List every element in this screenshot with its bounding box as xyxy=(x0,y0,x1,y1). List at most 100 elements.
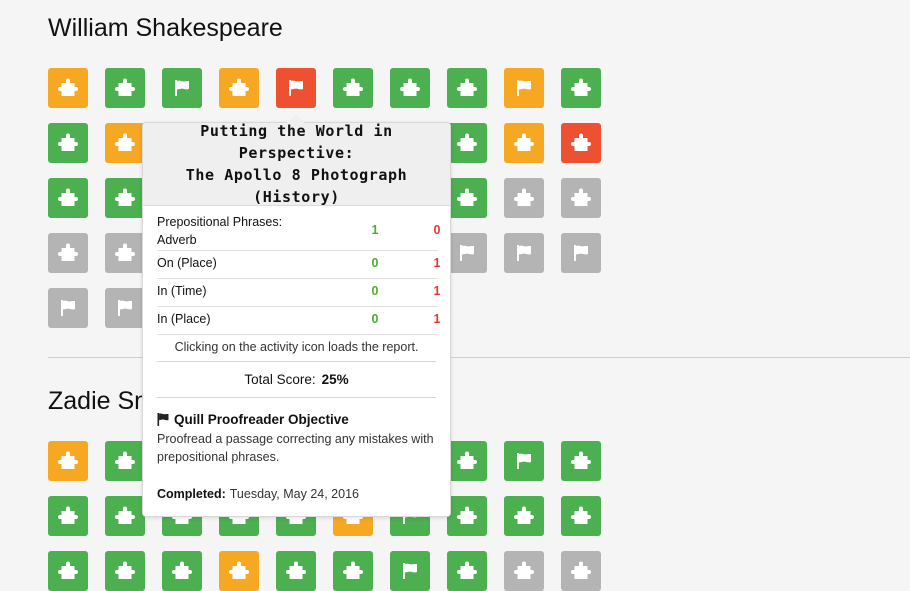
puzzle-piece-icon xyxy=(457,451,477,471)
concept-row: On (Place) 0 1 xyxy=(157,251,440,279)
activity-icon[interactable] xyxy=(48,288,88,328)
puzzle-piece-icon xyxy=(229,78,249,98)
puzzle-piece-icon xyxy=(286,561,306,581)
activity-title: Putting the World in Perspective: xyxy=(200,122,393,162)
activity-icon[interactable] xyxy=(561,123,601,163)
activity-icon[interactable] xyxy=(105,178,145,218)
activity-icon[interactable] xyxy=(276,551,316,591)
activity-icon[interactable] xyxy=(105,233,145,273)
puzzle-piece-icon xyxy=(571,133,591,153)
activity-icon[interactable] xyxy=(276,68,316,108)
activity-icon[interactable] xyxy=(447,68,487,108)
flag-icon xyxy=(514,78,534,98)
puzzle-piece-icon xyxy=(58,78,78,98)
activity-icon[interactable] xyxy=(561,496,601,536)
activity-icon[interactable] xyxy=(105,288,145,328)
puzzle-piece-icon xyxy=(115,506,135,526)
activity-icon[interactable] xyxy=(447,551,487,591)
activity-icon[interactable] xyxy=(504,68,544,108)
completed-date: Completed: Tuesday, May 24, 2016 xyxy=(157,487,359,501)
flag-icon xyxy=(514,451,534,471)
activity-icon[interactable] xyxy=(162,551,202,591)
score-value: 25% xyxy=(321,372,349,387)
activity-icon[interactable] xyxy=(447,441,487,481)
puzzle-piece-icon xyxy=(571,78,591,98)
activity-icon[interactable] xyxy=(504,178,544,218)
puzzle-piece-icon xyxy=(514,506,534,526)
puzzle-piece-icon xyxy=(58,188,78,208)
puzzle-piece-icon xyxy=(571,506,591,526)
activity-icon[interactable] xyxy=(333,551,373,591)
activity-icon[interactable] xyxy=(105,496,145,536)
activity-icon[interactable] xyxy=(561,551,601,591)
puzzle-piece-icon xyxy=(58,451,78,471)
activity-icon[interactable] xyxy=(447,178,487,218)
incorrect-count: 0 xyxy=(433,223,441,237)
activity-icon[interactable] xyxy=(561,441,601,481)
divider xyxy=(157,361,436,362)
activity-icon[interactable] xyxy=(504,123,544,163)
puzzle-piece-icon xyxy=(571,188,591,208)
puzzle-piece-icon xyxy=(172,561,192,581)
flag-icon xyxy=(286,78,306,98)
puzzle-piece-icon xyxy=(571,561,591,581)
activity-icon[interactable] xyxy=(105,441,145,481)
puzzle-piece-icon xyxy=(457,561,477,581)
activity-icon[interactable] xyxy=(504,496,544,536)
activity-icon[interactable] xyxy=(333,68,373,108)
puzzle-piece-icon xyxy=(115,243,135,263)
puzzle-piece-icon xyxy=(571,451,591,471)
activity-icon[interactable] xyxy=(48,178,88,218)
activity-icon[interactable] xyxy=(105,551,145,591)
puzzle-piece-icon xyxy=(58,506,78,526)
correct-count: 0 xyxy=(371,284,379,298)
activity-icon[interactable] xyxy=(390,68,430,108)
concept-name: On (Place) xyxy=(157,256,217,270)
activity-icon[interactable] xyxy=(390,551,430,591)
activity-icon[interactable] xyxy=(561,233,601,273)
activity-icon[interactable] xyxy=(447,233,487,273)
activity-icon[interactable] xyxy=(504,233,544,273)
activity-icon[interactable] xyxy=(48,441,88,481)
score-label: Total Score: xyxy=(244,372,316,387)
activity-icon[interactable] xyxy=(219,68,259,108)
total-score: Total Score: 25% xyxy=(143,372,450,387)
puzzle-piece-icon xyxy=(457,133,477,153)
divider xyxy=(157,397,436,398)
tooltip-note: Clicking on the activity icon loads the … xyxy=(174,340,419,354)
puzzle-piece-icon xyxy=(115,133,135,153)
activity-icon[interactable] xyxy=(504,441,544,481)
activity-icon[interactable] xyxy=(561,68,601,108)
incorrect-count: 1 xyxy=(433,256,441,270)
puzzle-piece-icon xyxy=(400,78,420,98)
flag-icon xyxy=(157,413,169,426)
correct-count: 0 xyxy=(371,312,379,326)
activity-icon[interactable] xyxy=(219,551,259,591)
activity-icon[interactable] xyxy=(48,233,88,273)
activity-icon[interactable] xyxy=(105,68,145,108)
puzzle-piece-icon xyxy=(457,506,477,526)
concept-name: In (Time) xyxy=(157,284,207,298)
activity-icon[interactable] xyxy=(504,551,544,591)
objective-title: Quill Proofreader Objective xyxy=(174,412,349,427)
puzzle-piece-icon xyxy=(457,78,477,98)
activity-icon[interactable] xyxy=(447,496,487,536)
puzzle-piece-icon xyxy=(58,133,78,153)
flag-icon xyxy=(514,243,534,263)
activity-icon[interactable] xyxy=(447,123,487,163)
activity-icon[interactable] xyxy=(561,178,601,218)
activity-icon[interactable] xyxy=(48,496,88,536)
flag-icon xyxy=(172,78,192,98)
activity-icon[interactable] xyxy=(48,123,88,163)
activity-icon[interactable] xyxy=(48,68,88,108)
objective-description: Proofread a passage correcting any mista… xyxy=(157,432,434,464)
objective-heading: Quill Proofreader Objective xyxy=(157,412,349,427)
activity-icon[interactable] xyxy=(48,551,88,591)
activity-tooltip: Putting the World in Perspective: The Ap… xyxy=(142,114,451,517)
correct-count: 1 xyxy=(371,223,379,237)
activity-icon[interactable] xyxy=(105,123,145,163)
puzzle-piece-icon xyxy=(457,188,477,208)
activity-icon[interactable] xyxy=(162,68,202,108)
puzzle-piece-icon xyxy=(229,561,249,581)
flag-icon xyxy=(58,298,78,318)
